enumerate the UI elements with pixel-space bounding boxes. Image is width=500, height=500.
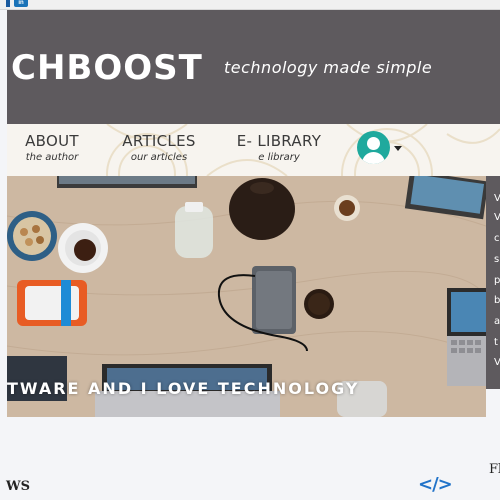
- side-panel-letter: V: [494, 357, 500, 368]
- nav-articles-title: ARTICLES: [122, 132, 196, 150]
- linkedin-icon[interactable]: in: [6, 0, 28, 7]
- side-panel-letter: V: [494, 212, 500, 223]
- top-strip: in: [0, 0, 500, 10]
- nav-about-subtitle: the author: [25, 152, 79, 163]
- side-panel-letter: s: [494, 254, 500, 265]
- nav-e-library[interactable]: E- LIBRARY e library: [235, 132, 323, 163]
- nav-articles-subtitle: our articles: [130, 152, 188, 163]
- side-panel-letter: a: [494, 316, 500, 327]
- site-tagline: technology made simple: [224, 58, 433, 77]
- hero-banner: TWARE AND I LOVE TECHNOLOGY: [7, 176, 486, 417]
- side-panel-letter: b: [494, 295, 500, 306]
- user-avatar-icon[interactable]: [357, 131, 390, 164]
- main-nav: ABOUT the author ARTICLES our articles E…: [7, 124, 500, 176]
- nav-e-library-title: E- LIBRARY: [236, 132, 322, 150]
- side-panel-letter: c: [494, 233, 500, 244]
- nav-about[interactable]: ABOUT the author: [17, 132, 87, 163]
- site-header: CHBOOST technology made simple: [7, 10, 500, 124]
- site-brand[interactable]: CHBOOST: [11, 48, 203, 88]
- hero-caption: TWARE AND I LOVE TECHNOLOGY: [7, 379, 360, 398]
- linkedin-icon-edge: [6, 0, 10, 7]
- avatar-body: [362, 152, 385, 164]
- avatar-head: [367, 137, 380, 150]
- code-icon: </>: [418, 474, 453, 495]
- side-panel-letter: V: [494, 193, 500, 204]
- side-panel: V V c s p b a t V: [486, 176, 500, 389]
- nav-articles[interactable]: ARTICLES our articles: [120, 132, 198, 163]
- section-heading-right-partial: Fl: [489, 462, 500, 477]
- nav-e-library-subtitle: e library: [258, 152, 300, 163]
- chevron-down-icon[interactable]: [394, 146, 402, 151]
- linkedin-icon-badge: in: [14, 0, 28, 7]
- nav-about-title: ABOUT: [25, 132, 79, 150]
- side-panel-letter: t: [494, 337, 498, 348]
- side-panel-letter: p: [494, 275, 500, 286]
- section-heading-partial: WS: [6, 479, 30, 494]
